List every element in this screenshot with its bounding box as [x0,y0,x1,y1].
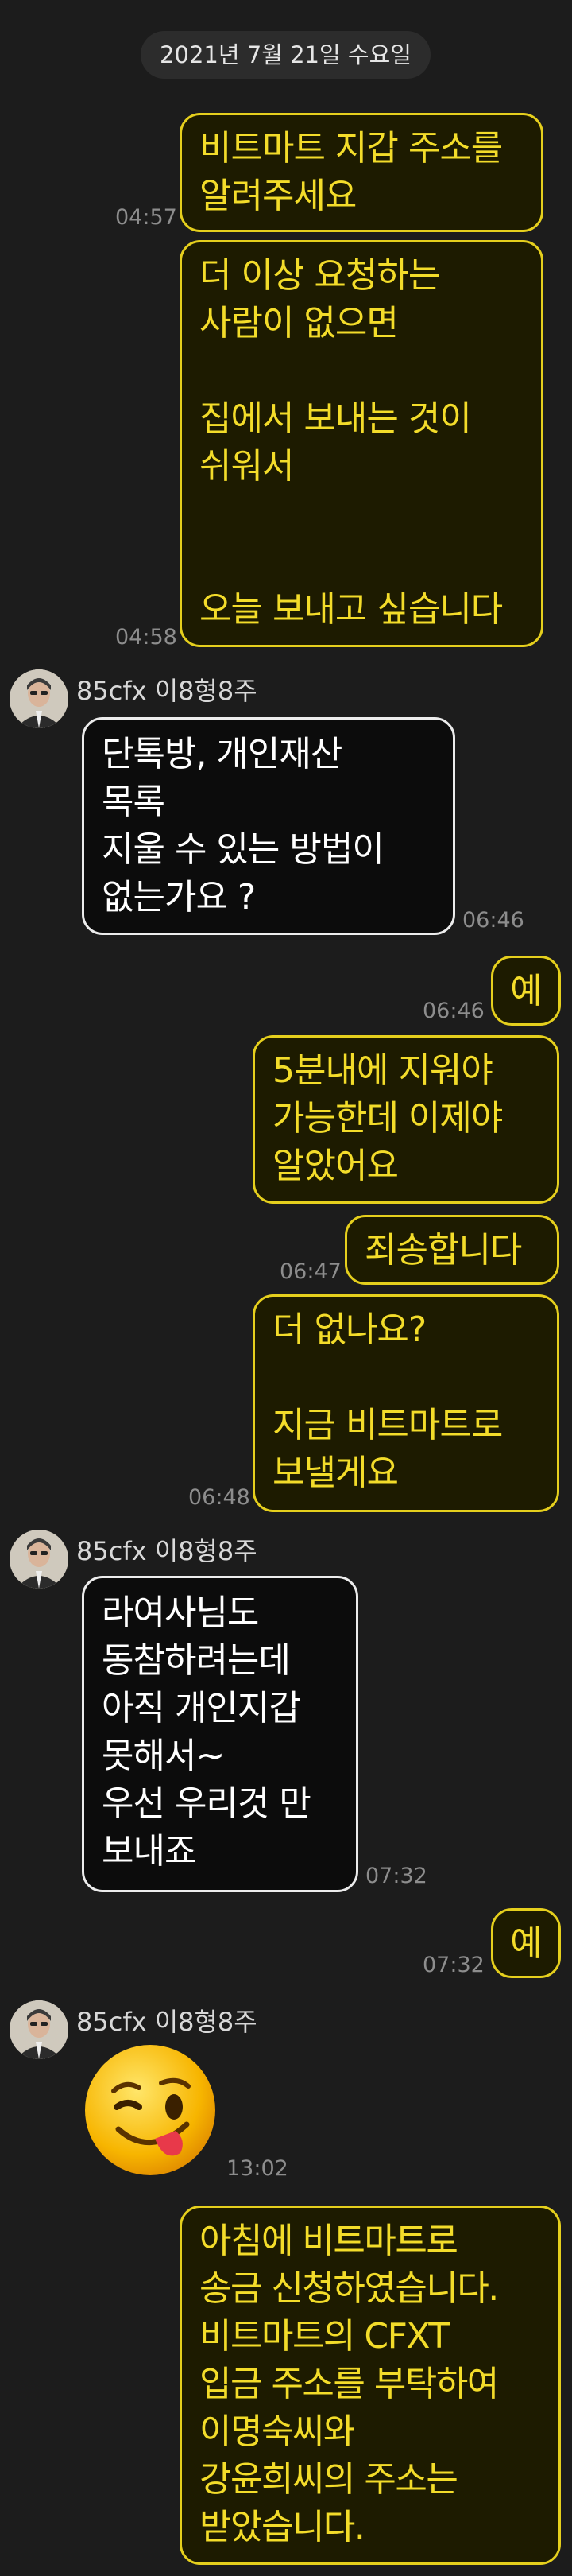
sender-name: 85cfx 이8형8주 [76,1536,257,1566]
message-time: 07:32 [423,1953,485,1977]
message-time: 04:58 [115,625,177,650]
message-time: 04:57 [115,205,177,230]
avatar[interactable] [10,669,68,728]
message-bubble[interactable]: 단톡방, 개인재산 목록 지울 수 있는 방법이 없는가요 ? [82,717,455,935]
message-time: 07:32 [365,1864,427,1888]
message-time: 06:46 [462,908,524,933]
message-bubble[interactable]: 아침에 비트마트로 송금 신청하였습니다. 비트마트의 CFXT 입금 주소를 … [180,2206,561,2565]
message-time: 06:46 [423,999,485,1023]
message-bubble[interactable]: 더 없나요? 지금 비트마트로 보낼게요 [253,1294,559,1512]
message-bubble[interactable]: 예 [491,956,561,1026]
message-time: 06:47 [280,1259,342,1284]
message-bubble[interactable]: 죄송합니다 [345,1215,559,1285]
date-divider: 2021년 7월 21일 수요일 [141,31,431,79]
sender-name: 85cfx 이8형8주 [76,676,257,706]
message-time: 06:48 [188,1485,250,1510]
avatar[interactable] [10,1530,68,1589]
winking-tongue-emoji-icon[interactable] [82,2042,218,2178]
avatar[interactable] [10,2000,68,2059]
message-bubble[interactable]: 더 이상 요청하는 사람이 없으면 집에서 보내는 것이 쉬워서 오늘 보내고 … [180,240,543,647]
message-bubble[interactable]: 예 [491,1908,561,1978]
message-bubble[interactable]: 5분내에 지워야 가능한데 이제야 알았어요 [253,1035,559,1204]
message-bubble[interactable]: 비트마트 지갑 주소를 알려주세요 [180,113,543,232]
message-time: 13:02 [226,2156,288,2181]
sender-name: 85cfx 이8형8주 [76,2007,257,2037]
message-bubble[interactable]: 라여사님도 동참하려는데 아직 개인지갑 못해서~ 우선 우리것 만 보내죠 [82,1576,358,1892]
